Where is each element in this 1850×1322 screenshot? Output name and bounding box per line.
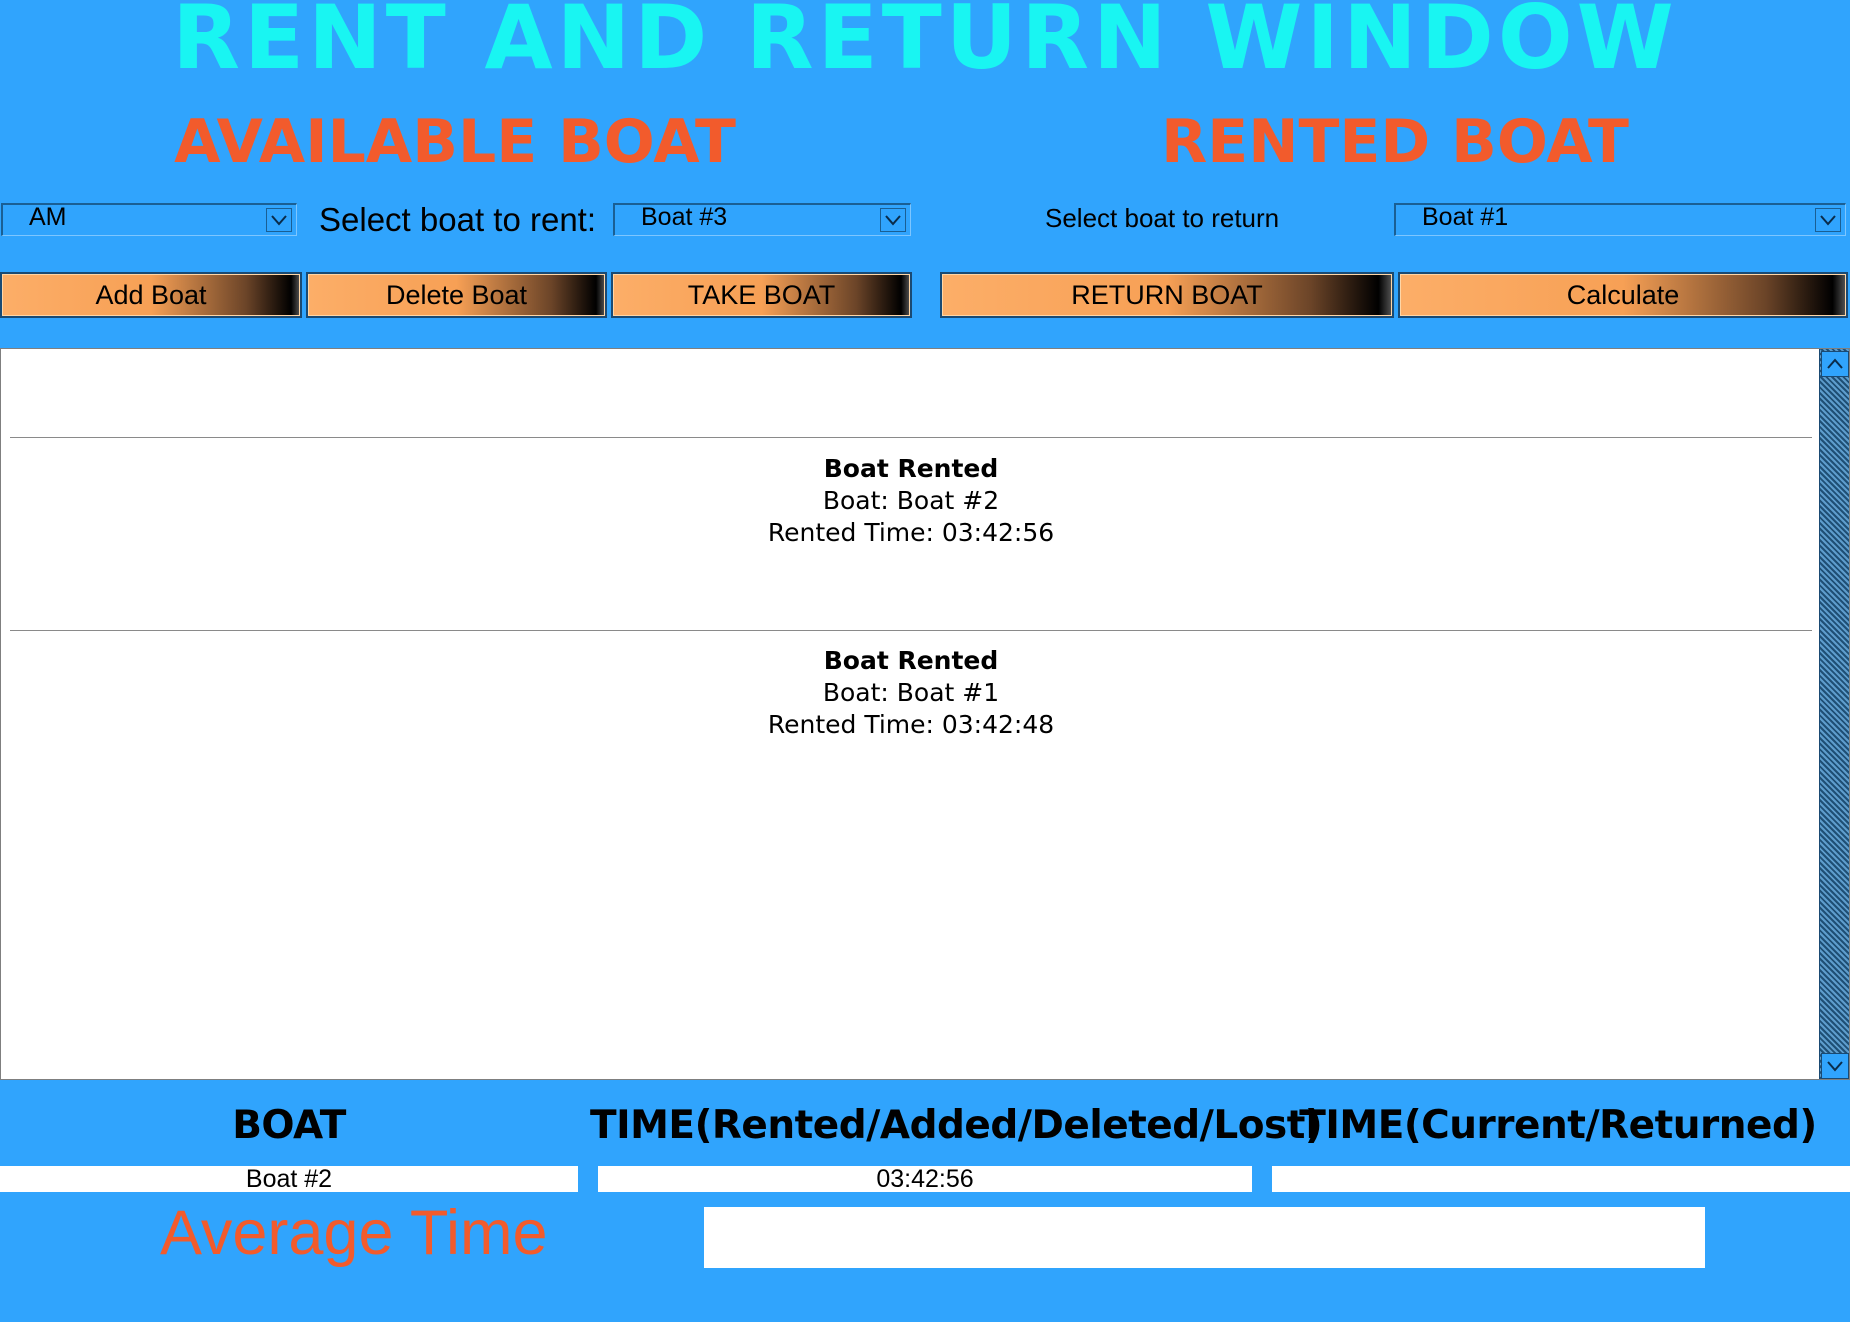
take-boat-button[interactable]: TAKE BOAT: [611, 272, 912, 318]
delete-boat-button[interactable]: Delete Boat: [306, 272, 607, 318]
time-returned-column-header: TIME(Current/Returned): [1299, 1103, 1817, 1148]
rent-boat-select[interactable]: Boat #3: [613, 203, 911, 236]
log-entry-time: Rented Time: 03:42:56: [767, 518, 1055, 547]
period-select[interactable]: AM: [1, 203, 297, 236]
time-rented-cell: 03:42:56: [598, 1166, 1252, 1192]
rent-select-label: Select boat to rent:: [319, 201, 597, 238]
log-entry-time: Rented Time: 03:42:48: [767, 710, 1055, 739]
period-select-value: AM: [29, 203, 67, 231]
available-boat-heading: AVAILABLE BOAT: [174, 107, 736, 177]
time-rented-column-header: TIME(Rented/Added/Deleted/Lost): [590, 1103, 1323, 1148]
return-boat-button[interactable]: RETURN BOAT: [940, 272, 1394, 318]
log-scrollbar[interactable]: [1819, 349, 1849, 1079]
chevron-down-icon[interactable]: [1821, 1053, 1849, 1079]
log-entry: Boat Rented Boat: Boat #1 Rented Time: 0…: [1, 645, 1821, 741]
activity-log-panel[interactable]: Boat Rented Boat: Boat #2 Rented Time: 0…: [0, 348, 1850, 1080]
add-boat-button[interactable]: Add Boat: [0, 272, 302, 318]
boat-cell: Boat #2: [0, 1166, 578, 1192]
chevron-up-icon[interactable]: [1821, 351, 1849, 377]
chevron-down-icon[interactable]: [266, 208, 292, 232]
app-title: RENT AND RETURN WINDOW: [172, 0, 1678, 89]
calculate-button[interactable]: Calculate: [1398, 272, 1848, 318]
average-time-label: Average Time: [160, 1198, 548, 1268]
return-boat-select-value: Boat #1: [1422, 203, 1509, 231]
chevron-down-icon[interactable]: [1815, 208, 1841, 232]
log-divider: [10, 630, 1812, 631]
log-entry-boat: Boat: Boat #1: [822, 678, 1000, 707]
boat-column-header: BOAT: [232, 1103, 346, 1148]
return-select-label: Select boat to return: [1045, 203, 1280, 233]
rented-boat-heading: RENTED BOAT: [1161, 107, 1629, 177]
log-divider: [10, 437, 1812, 438]
log-entry-title: Boat Rented: [823, 646, 999, 675]
log-entry-title: Boat Rented: [823, 454, 999, 483]
log-entry: Boat Rented Boat: Boat #2 Rented Time: 0…: [1, 453, 1821, 549]
chevron-down-icon[interactable]: [880, 208, 906, 232]
time-returned-cell: [1272, 1166, 1850, 1192]
return-boat-select[interactable]: Boat #1: [1394, 203, 1846, 236]
rent-boat-select-value: Boat #3: [641, 203, 728, 231]
log-entry-boat: Boat: Boat #2: [822, 486, 1000, 515]
average-time-field: [704, 1207, 1705, 1268]
